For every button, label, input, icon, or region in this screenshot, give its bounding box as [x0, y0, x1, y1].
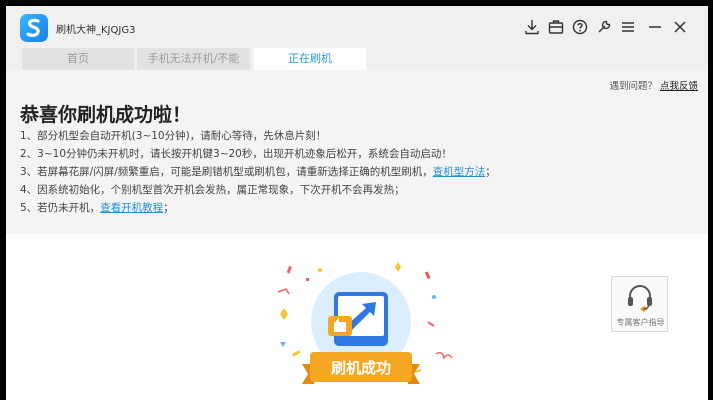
result-info-panel: 遇到问题？ 点我反馈 恭喜你刷机成功啦！ 1、部分机型会自动开机(3~10分钟)…: [6, 70, 708, 234]
tab-no-boot[interactable]: 手机无法开机/不能: [137, 48, 250, 70]
tab-flashing[interactable]: 正在刷机: [254, 48, 366, 70]
app-logo-icon: [20, 14, 48, 42]
check-model-method-link[interactable]: 查机型方法: [433, 166, 486, 178]
minimize-icon[interactable]: [646, 18, 664, 36]
app-window: 刷机大神_KJQJG3 首页 手机无法开机/不能 正在刷机 遇到问题？ 点我反馈…: [6, 6, 708, 400]
tab-bar: 首页 手机无法开机/不能 正在刷机: [6, 48, 708, 70]
headset-icon: [628, 285, 652, 312]
tip-item: 2、3~10分钟仍未开机时，请长按开机键3~20秒，出现开机迹象后松开，系统会自…: [20, 148, 452, 160]
help-row: 遇到问题？ 点我反馈: [609, 78, 698, 92]
success-illustration: 刷机成功: [266, 252, 456, 400]
help-icon[interactable]: [571, 18, 589, 36]
download-icon[interactable]: [523, 18, 541, 36]
close-icon[interactable]: [671, 18, 689, 36]
help-question-text: 遇到问题？: [609, 81, 657, 92]
tip-item: 4、因系统初始化，个别机型首次开机会发热，属正常现象，下次开机不会再发热；: [20, 184, 405, 196]
success-badge-text: 刷机成功: [331, 359, 391, 377]
wrench-icon[interactable]: [595, 18, 613, 36]
tip-item: 5、若仍未开机，查看开机教程；: [20, 202, 174, 214]
customer-support-button[interactable]: 专属客户指导: [611, 276, 668, 332]
toolbox-icon[interactable]: [547, 18, 565, 36]
tips-list: 1、部分机型会自动开机(3~10分钟)，请耐心等待，先休息片刻！ 2、3~10分…: [20, 127, 496, 217]
tab-home[interactable]: 首页: [22, 48, 134, 70]
success-headline: 恭喜你刷机成功啦！: [20, 104, 192, 126]
app-title: 刷机大神_KJQJG3: [56, 25, 136, 36]
boot-tutorial-link[interactable]: 查看开机教程: [100, 202, 163, 214]
tip-item: 1、部分机型会自动开机(3~10分钟)，请耐心等待，先休息片刻！: [20, 130, 327, 142]
feedback-link[interactable]: 点我反馈: [660, 81, 698, 92]
support-label: 专属客户指导: [616, 318, 665, 327]
title-bar: 刷机大神_KJQJG3: [6, 6, 708, 48]
menu-icon[interactable]: [619, 18, 637, 36]
tip-item: 3、若屏幕花屏/闪屏/频繁重启，可能是刷错机型或刷机包，请重新选择正确的机型刷机…: [20, 166, 496, 178]
